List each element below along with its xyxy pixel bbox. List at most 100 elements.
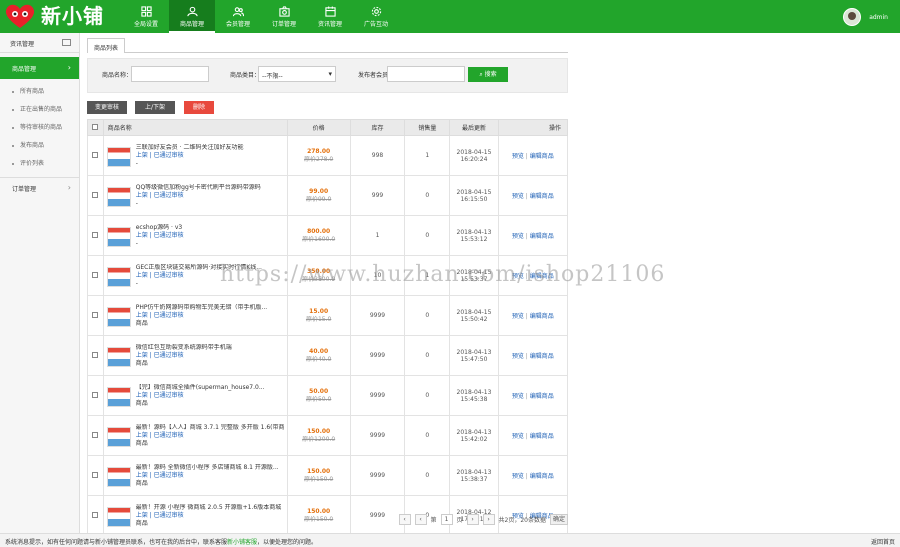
product-status[interactable]: 上架 | 已通过审核: [136, 512, 284, 520]
row-checkbox[interactable]: [92, 271, 99, 278]
product-thumbnail[interactable]: [106, 146, 131, 167]
preview-link[interactable]: 预览: [512, 473, 524, 480]
product-thumbnail[interactable]: [106, 226, 131, 247]
product-status[interactable]: 上架 | 已通过审核: [136, 232, 284, 240]
sidebar-header-label: 资讯管理: [10, 41, 35, 48]
product-cell: 最新！源码 全新微信小程序 多店铺商城 8.1 开源版... 上架 | 已通过审核…: [102, 455, 288, 496]
product-status[interactable]: 上架 | 已通过审核: [136, 192, 284, 200]
price-cell: 99.00 原价99.0: [286, 175, 351, 216]
nav-label: 订单管理: [271, 21, 296, 28]
product-name-link[interactable]: PHP仿牛奶网源码带购物车完美无错（带手机版...: [136, 304, 284, 312]
next-page-button[interactable]: ›: [466, 513, 479, 525]
preview-link[interactable]: 预览: [512, 193, 524, 200]
footer-home-link[interactable]: 返回首页: [871, 537, 895, 546]
product-thumbnail[interactable]: [106, 266, 131, 287]
row-checkbox[interactable]: [92, 231, 99, 238]
go-page-button[interactable]: 确定: [550, 513, 568, 525]
sidebar-item-on-sale[interactable]: 正在出售的商品: [0, 101, 79, 119]
row-checkbox[interactable]: [92, 191, 99, 198]
sidebar-item-all-products[interactable]: 所有商品: [0, 83, 79, 101]
nav-global-settings[interactable]: 全局设置: [123, 0, 169, 33]
row-checkbox[interactable]: [92, 151, 99, 158]
select-all-checkbox[interactable]: [92, 123, 99, 130]
row-checkbox[interactable]: [92, 391, 99, 398]
nav-order-management[interactable]: 订单管理: [261, 0, 307, 33]
audit-button[interactable]: 变更审核: [87, 101, 127, 114]
col-name: 商品名称: [102, 119, 288, 136]
row-checkbox[interactable]: [92, 351, 99, 358]
brand-logo-text: 新小铺: [41, 4, 104, 28]
product-status[interactable]: 上架 | 已通过审核: [136, 472, 284, 480]
nav-member-management[interactable]: 会员管理: [215, 0, 261, 33]
sidebar-group-orders[interactable]: 订单管理 ›: [0, 177, 79, 197]
sidebar-item-publish-product[interactable]: 发布商品: [0, 137, 79, 155]
product-thumbnail[interactable]: [106, 306, 131, 327]
edit-product-link[interactable]: 编辑商品: [530, 313, 554, 320]
product-thumbnail[interactable]: [106, 386, 131, 407]
row-select-cell: [87, 215, 104, 256]
edit-product-link[interactable]: 编辑商品: [530, 433, 554, 440]
edit-product-link[interactable]: 编辑商品: [530, 193, 554, 200]
preview-link[interactable]: 预览: [512, 153, 524, 160]
product-name-link[interactable]: 微信红包互助裂变系统源码带手机端: [136, 344, 284, 352]
product-status[interactable]: 上架 | 已通过审核: [136, 392, 284, 400]
row-checkbox[interactable]: [92, 311, 99, 318]
delete-button[interactable]: 删除: [184, 101, 214, 114]
nav-info-management[interactable]: 资讯管理: [307, 0, 353, 33]
preview-link[interactable]: 预览: [512, 313, 524, 320]
row-select-cell: [87, 135, 104, 176]
product-status[interactable]: 上架 | 已通过审核: [136, 152, 284, 160]
product-thumbnail[interactable]: [106, 466, 131, 487]
last-page-button[interactable]: ›: [482, 513, 495, 525]
onoff-shelf-button[interactable]: 上/下架: [135, 101, 175, 114]
seller-input[interactable]: [387, 66, 465, 82]
row-checkbox[interactable]: [92, 471, 99, 478]
footer-link[interactable]: 新小铺客服: [227, 539, 257, 546]
edit-product-link[interactable]: 编辑商品: [530, 473, 554, 480]
edit-product-link[interactable]: 编辑商品: [530, 353, 554, 360]
product-thumbnail[interactable]: [106, 346, 131, 367]
product-status[interactable]: 上架 | 已通过审核: [136, 352, 284, 360]
sidebar-item-reviews[interactable]: 评价列表: [0, 155, 79, 173]
product-name-link[interactable]: ecshop源码 · v3: [136, 224, 284, 232]
edit-product-link[interactable]: 编辑商品: [530, 153, 554, 160]
sidebar-group-products[interactable]: 商品管理 ›: [0, 57, 79, 79]
product-thumbnail[interactable]: [106, 186, 131, 207]
stock-cell: 1: [349, 215, 406, 256]
row-checkbox[interactable]: [92, 431, 99, 438]
price-value: 15.00: [309, 307, 329, 315]
product-status[interactable]: 上架 | 已通过审核: [136, 432, 284, 440]
preview-link[interactable]: 预览: [512, 433, 524, 440]
product-name-link[interactable]: 【完】微信商城全插件(superman_house7.0...: [136, 384, 284, 392]
product-name-link[interactable]: 最新！开源 小程序 微商城 2.0.5 开源版+1.6版本商城: [136, 504, 284, 512]
tab-product-list[interactable]: 商品列表: [87, 38, 126, 53]
edit-product-link[interactable]: 编辑商品: [530, 233, 554, 240]
edit-product-link[interactable]: 编辑商品: [530, 393, 554, 400]
first-page-button[interactable]: ‹: [398, 513, 411, 525]
search-button-label: 搜索: [484, 71, 497, 78]
preview-link[interactable]: 预览: [512, 393, 524, 400]
search-button[interactable]: ⌕ 搜索: [468, 67, 508, 82]
page-number-input[interactable]: 1: [440, 513, 453, 525]
product-status[interactable]: 上架 | 已通过审核: [136, 312, 284, 320]
product-thumbnail[interactable]: [106, 426, 131, 447]
preview-link[interactable]: 预览: [512, 233, 524, 240]
row-select-cell: [87, 335, 104, 376]
user-menu[interactable]: admin: [843, 8, 888, 26]
nav-ads-interaction[interactable]: 广告互动: [353, 0, 399, 33]
prev-page-button[interactable]: ‹: [414, 513, 427, 525]
table-row: ecshop源码 · v3 上架 | 已通过审核 -800.00 原价1600.0 1 0…: [87, 215, 569, 256]
collapse-icon[interactable]: [62, 39, 71, 46]
product-name-link[interactable]: 最新！源码 全新微信小程序 多店铺商城 8.1 开源版...: [136, 464, 284, 472]
product-name-link[interactable]: 最新！源码【人人】商城 3.7.1 完整版 多开版 1.6(带商城...: [136, 424, 284, 432]
original-price: 原价1600.0: [302, 235, 336, 243]
product-thumbnail[interactable]: [106, 506, 131, 527]
product-name-link[interactable]: QQ等级微信加粉gg号卡密代刷平台源码带源码: [136, 184, 284, 192]
sidebar-item-pending-review[interactable]: 等待审核的商品: [0, 119, 79, 137]
product-name-link[interactable]: 三联加好友会员 · 二维码关注加好友功能: [136, 144, 284, 152]
preview-link[interactable]: 预览: [512, 353, 524, 360]
category-select[interactable]: --不限--: [258, 66, 336, 82]
row-checkbox[interactable]: [92, 511, 99, 518]
nav-product-management[interactable]: 商品管理: [169, 0, 215, 33]
product-name-input[interactable]: [131, 66, 209, 82]
